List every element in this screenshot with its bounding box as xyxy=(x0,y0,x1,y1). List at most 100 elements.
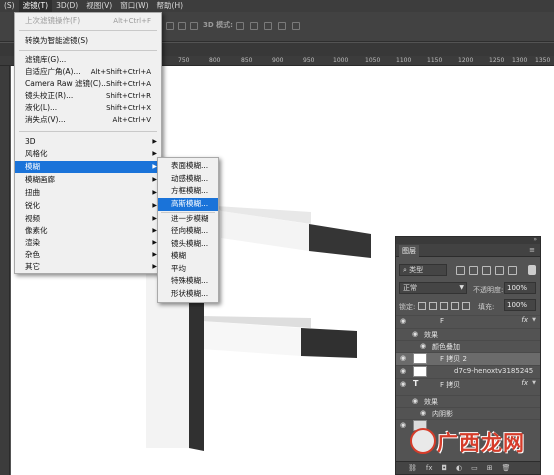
menu-item-adaptive-wide[interactable]: 自适应广角(A)... Alt+Shift+Ctrl+A xyxy=(15,66,161,78)
eye-icon[interactable]: ◉ xyxy=(400,368,408,375)
layer-row[interactable]: ◉ F fx ▼ xyxy=(396,315,540,328)
submenu-item-smart-blur[interactable]: 特殊模糊... xyxy=(158,275,218,288)
lock-artboard-icon[interactable] xyxy=(451,302,459,310)
menu-item-blur[interactable]: 模糊 ▶ xyxy=(15,161,161,173)
submenu-item-box-blur[interactable]: 方框模糊... xyxy=(158,185,218,198)
lock-all-icon[interactable] xyxy=(462,302,470,310)
fx-icon[interactable]: fx xyxy=(426,464,433,472)
adjustment-icon[interactable]: ◐ xyxy=(456,464,462,472)
submenu-item-blur-more[interactable]: 进一步模糊 xyxy=(158,213,218,226)
smart-object-filter-icon[interactable] xyxy=(508,266,517,275)
menu-item-video[interactable]: 视频 ▶ xyxy=(15,213,161,225)
menu-item-3d[interactable]: 3D ▶ xyxy=(15,136,161,148)
collapse-icon[interactable]: » xyxy=(533,236,537,243)
eye-icon[interactable]: ◉ xyxy=(420,410,428,417)
folder-icon[interactable]: ▭ xyxy=(471,464,478,472)
menu-item-stylize[interactable]: 风格化 ▶ xyxy=(15,148,161,160)
menu-item-sharpen[interactable]: 锐化 ▶ xyxy=(15,200,161,212)
opacity-input[interactable]: 100% xyxy=(504,282,536,294)
submenu-item-motion-blur[interactable]: 动感模糊... xyxy=(158,173,218,186)
submenu-item-surface-blur[interactable]: 表面模糊... xyxy=(158,160,218,173)
chevron-down-icon[interactable]: ▼ xyxy=(532,317,536,323)
blur-submenu: 表面模糊... 动感模糊... 方框模糊... 高斯模糊... 进一步模糊 径向… xyxy=(157,157,219,303)
trash-icon[interactable]: 🗑 xyxy=(502,464,511,472)
menu-item-vanishing-point[interactable]: 消失点(V)... Alt+Ctrl+V xyxy=(15,114,161,126)
lock-transparent-icon[interactable] xyxy=(418,302,426,310)
link-layers-icon[interactable]: ⛓ xyxy=(408,464,417,472)
menu-select[interactable]: (S) xyxy=(0,0,19,12)
layer-effect-row[interactable]: ◉ 效果 xyxy=(396,328,540,340)
eye-icon[interactable]: ◉ xyxy=(412,331,420,338)
layer-row[interactable]: ◉ T F 拷贝 fx ▼ xyxy=(396,378,540,395)
layer-effect-row[interactable]: ◉ 颜色叠加 xyxy=(396,340,540,352)
submenu-item-blur[interactable]: 模糊 xyxy=(158,250,218,263)
menu-item-smart-filter[interactable]: 转换为智能滤镜(S) xyxy=(15,35,161,47)
vertical-ruler xyxy=(0,66,10,475)
more-icon[interactable] xyxy=(190,22,198,30)
submenu-item-lens-blur[interactable]: 镜头模糊... xyxy=(158,238,218,251)
eye-icon[interactable]: ◉ xyxy=(400,318,408,325)
layer-effect-row[interactable]: ◉ 效果 xyxy=(396,395,540,407)
panel-footer: ⛓ fx ◘ ◐ ▭ ⊞ 🗑 xyxy=(396,461,540,474)
menu-view[interactable]: 视图(V) xyxy=(82,0,116,12)
type-layer-icon: T xyxy=(413,379,419,388)
submenu-item-gaussian-blur[interactable]: 高斯模糊... xyxy=(158,198,218,211)
type-filter-icon[interactable] xyxy=(482,266,491,275)
panel-menu-icon[interactable]: ≡ xyxy=(529,246,535,254)
chevron-down-icon[interactable]: ▼ xyxy=(532,380,536,386)
menu-item-other[interactable]: 其它 ▶ xyxy=(15,261,161,273)
menu-item-liquify[interactable]: 液化(L)... Shift+Ctrl+X xyxy=(15,102,161,114)
filter-toggle[interactable] xyxy=(528,265,536,275)
lock-icons xyxy=(418,302,470,310)
menu-help[interactable]: 帮助(H) xyxy=(153,0,188,12)
new-layer-icon[interactable]: ⊞ xyxy=(487,464,493,472)
drag-3d-icon[interactable] xyxy=(264,22,272,30)
lock-label: 锁定: xyxy=(399,303,416,311)
eye-icon[interactable]: ◉ xyxy=(400,422,408,429)
ruler-tick: 950 xyxy=(303,57,315,64)
shape-filter-icon[interactable] xyxy=(495,266,504,275)
menu-item-pixelate[interactable]: 像素化 ▶ xyxy=(15,225,161,237)
lock-position-icon[interactable] xyxy=(440,302,448,310)
pixel-filter-icon[interactable] xyxy=(456,266,465,275)
menu-3d[interactable]: 3D(D) xyxy=(52,0,82,12)
distribute-icon[interactable] xyxy=(178,22,186,30)
filter-menu: 上次滤镜操作(F) Alt+Ctrl+F 转换为智能滤镜(S) 滤镜库(G)..… xyxy=(14,12,162,274)
eye-icon[interactable]: ◉ xyxy=(420,343,428,350)
layer-row[interactable]: ◉ d7c9-henoxtv3185245 xyxy=(396,365,540,378)
eye-icon[interactable]: ◉ xyxy=(412,398,420,405)
menu-item-distort[interactable]: 扭曲 ▶ xyxy=(15,187,161,199)
layer-effect-row[interactable]: ◉ 内阴影 xyxy=(396,407,540,419)
menu-bar: (S) 滤镜(T) 3D(D) 视图(V) 窗口(W) 帮助(H) xyxy=(0,0,554,12)
filter-icons xyxy=(456,266,517,275)
submenu-item-shape-blur[interactable]: 形状模糊... xyxy=(158,288,218,301)
blend-mode-select[interactable]: 正常 ▼ xyxy=(399,282,467,294)
slide-3d-icon[interactable] xyxy=(278,22,286,30)
fill-input[interactable]: 100% xyxy=(504,299,536,311)
rotate-3d-icon[interactable] xyxy=(236,22,244,30)
menu-item-render[interactable]: 渲染 ▶ xyxy=(15,237,161,249)
submenu-item-radial-blur[interactable]: 径向模糊... xyxy=(158,225,218,238)
submenu-item-average[interactable]: 平均 xyxy=(158,263,218,276)
align-icon[interactable] xyxy=(166,22,174,30)
roll-3d-icon[interactable] xyxy=(250,22,258,30)
panel-header: » xyxy=(396,236,540,244)
tab-layers[interactable]: 图层 xyxy=(399,245,419,257)
menu-item-gallery[interactable]: 滤镜库(G)... xyxy=(15,54,161,66)
menu-item-noise[interactable]: 杂色 ▶ xyxy=(15,249,161,261)
menu-window[interactable]: 窗口(W) xyxy=(116,0,152,12)
adjustment-filter-icon[interactable] xyxy=(469,266,478,275)
scale-3d-icon[interactable] xyxy=(292,22,300,30)
layer-row-selected[interactable]: ◉ F 拷贝 2 xyxy=(396,352,540,365)
menu-item-camera-raw[interactable]: Camera Raw 滤镜(C)... Shift+Ctrl+A xyxy=(15,78,161,90)
mask-icon[interactable]: ◘ xyxy=(442,464,448,472)
ruler-tick: 1300 xyxy=(512,57,528,64)
filter-kind-select[interactable]: ⌕ 类型 xyxy=(399,264,447,276)
eye-icon[interactable]: ◉ xyxy=(400,355,408,362)
lock-pixels-icon[interactable] xyxy=(429,302,437,310)
menu-item-lens-correction[interactable]: 镜头校正(R)... Shift+Ctrl+R xyxy=(15,90,161,102)
ruler-tick: 1000 xyxy=(333,57,349,64)
eye-icon[interactable]: ◉ xyxy=(400,381,408,388)
menu-filter[interactable]: 滤镜(T) xyxy=(18,0,53,12)
menu-item-blur-gallery[interactable]: 模糊画廊 ▶ xyxy=(15,174,161,186)
